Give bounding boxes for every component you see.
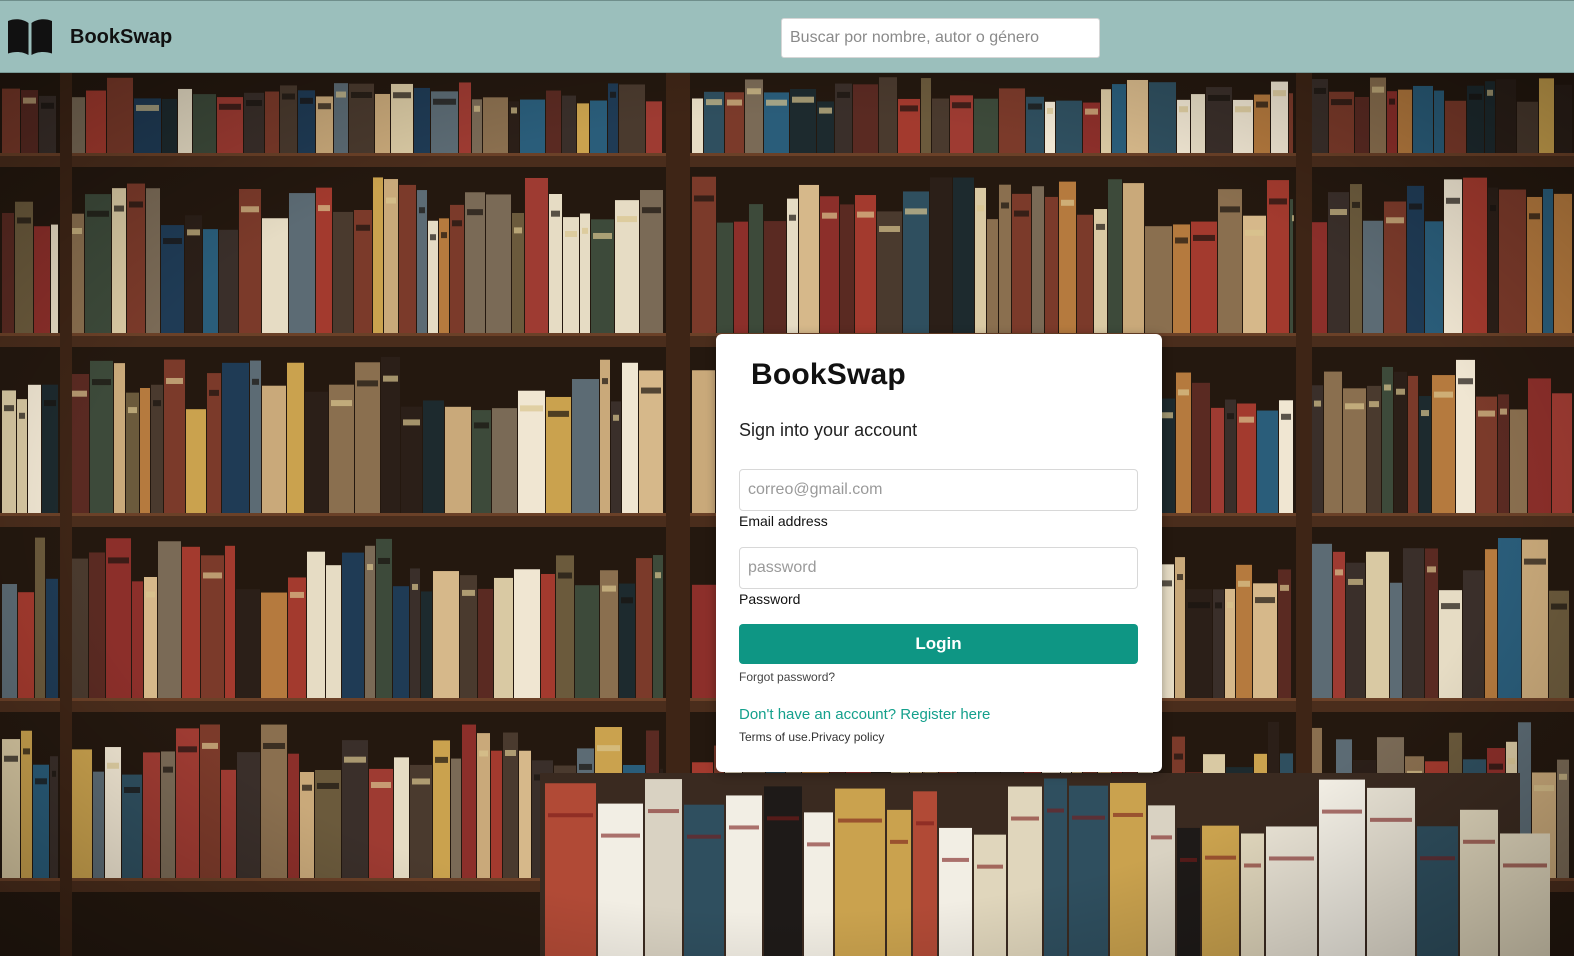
- privacy-link[interactable]: Privacy policy: [811, 730, 884, 744]
- top-navbar: BookSwap: [0, 0, 1574, 73]
- brand[interactable]: BookSwap: [6, 17, 172, 57]
- email-label: Email address: [739, 513, 828, 529]
- login-card: BookSwap Sign into your account Email ad…: [716, 334, 1162, 772]
- password-label: Password: [739, 591, 801, 607]
- register-link[interactable]: Don't have an account? Register here: [739, 706, 990, 723]
- legal-links: Terms of use.Privacy policy: [739, 730, 884, 744]
- forgot-password-link[interactable]: Forgot password?: [739, 670, 835, 684]
- login-title: BookSwap: [751, 358, 906, 391]
- login-button[interactable]: Login: [739, 624, 1138, 664]
- search-input[interactable]: [781, 18, 1100, 58]
- open-book-icon: [8, 19, 52, 55]
- login-subtitle: Sign into your account: [739, 420, 918, 440]
- brand-name: BookSwap: [70, 25, 173, 48]
- password-field[interactable]: [739, 547, 1138, 589]
- email-field[interactable]: [739, 469, 1138, 511]
- terms-link[interactable]: Terms of use.: [739, 730, 811, 744]
